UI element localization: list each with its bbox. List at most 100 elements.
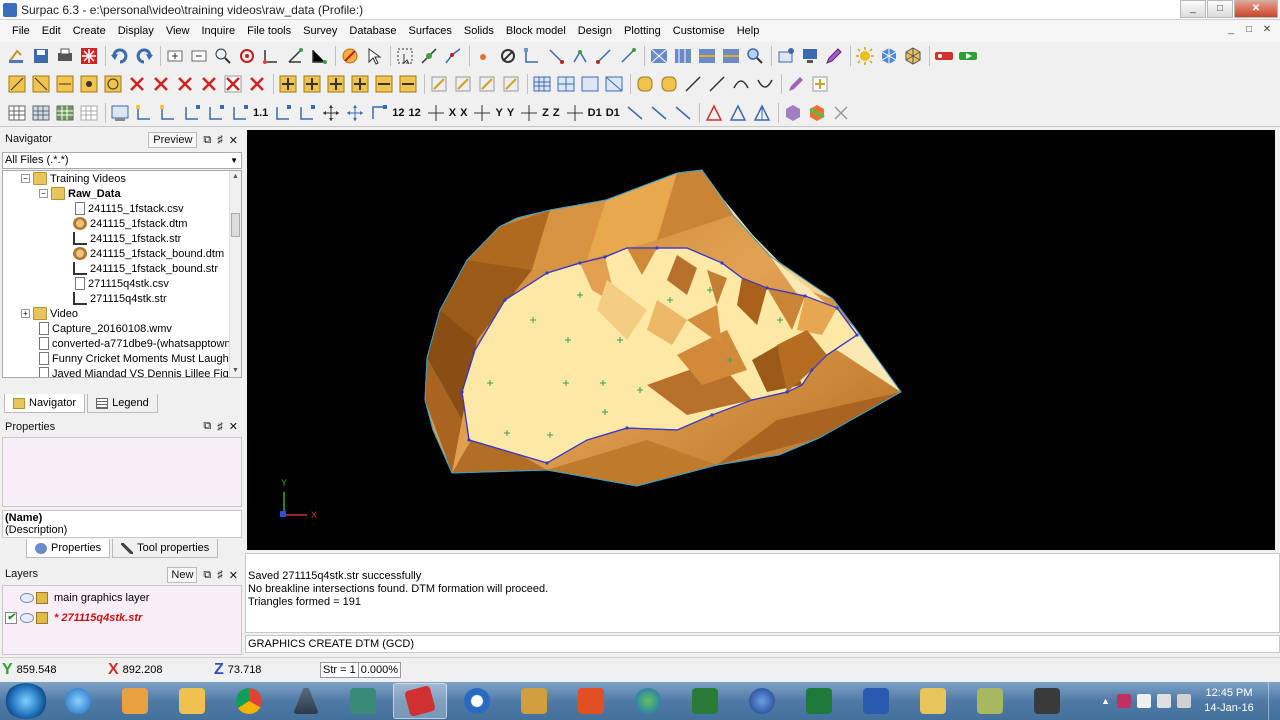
collapse-icon[interactable]: − xyxy=(21,174,30,183)
mdi-close-button[interactable]: ✕ xyxy=(1258,22,1276,38)
new-string-icon[interactable] xyxy=(617,45,639,67)
tree-scrollbar[interactable]: ▲ ▼ xyxy=(229,171,241,377)
graphics-viewport[interactable]: Y X xyxy=(247,130,1275,550)
tree-item[interactable]: converted-a771dbe9-(whatsapptown. xyxy=(37,336,234,351)
taskbar-excel[interactable] xyxy=(792,683,846,719)
label-y-b[interactable]: Y xyxy=(507,107,514,119)
label-icon[interactable] xyxy=(133,102,155,124)
line-5-icon[interactable] xyxy=(672,102,694,124)
delete-2-icon[interactable] xyxy=(150,73,172,95)
tree-item[interactable]: + Video xyxy=(21,306,78,321)
zoom-find-icon[interactable] xyxy=(744,45,766,67)
triangle-3-icon[interactable] xyxy=(751,102,773,124)
open-icon[interactable] xyxy=(6,45,28,67)
new-layer-button[interactable]: New xyxy=(167,567,198,583)
scroll-down-icon[interactable]: ▼ xyxy=(230,365,241,377)
label-4-icon[interactable] xyxy=(205,102,227,124)
show-desktop-button[interactable] xyxy=(1268,682,1280,720)
pencil-icon[interactable] xyxy=(823,45,845,67)
block-grid-3-icon[interactable] xyxy=(54,102,76,124)
mdi-restore-button[interactable]: □ xyxy=(1240,22,1258,38)
axis-view-2-icon[interactable] xyxy=(284,45,306,67)
close-panel-icon[interactable]: ✕ xyxy=(229,134,238,147)
layer-item-active[interactable]: ✔ * 271115q4stk.str xyxy=(5,610,142,626)
menu-surfaces[interactable]: Surfaces xyxy=(402,20,457,42)
scroll-thumb[interactable] xyxy=(231,213,240,237)
scroll-up-icon[interactable]: ▲ xyxy=(230,171,241,183)
label-z-b[interactable]: Z xyxy=(553,107,560,119)
label-d1-b[interactable]: D1 xyxy=(606,107,620,119)
tree-item[interactable]: Javed Miandad VS Dennis Lillee Fight- xyxy=(37,366,241,377)
section-3-icon[interactable] xyxy=(696,45,718,67)
insert-4-icon[interactable] xyxy=(349,73,371,95)
triangle-icon[interactable] xyxy=(703,102,725,124)
tab-legend[interactable]: Legend xyxy=(87,394,158,413)
taskbar-explorer[interactable] xyxy=(906,683,960,719)
lock-icon[interactable] xyxy=(36,592,48,604)
axis-view-3-icon[interactable] xyxy=(308,45,330,67)
edit-point-3-icon[interactable] xyxy=(54,73,76,95)
layer-checkbox[interactable]: ✔ xyxy=(5,612,17,624)
light-icon[interactable] xyxy=(854,45,876,67)
preview-button[interactable]: Preview xyxy=(148,132,198,148)
close-panel-icon[interactable]: ✕ xyxy=(229,569,238,582)
block-grid-icon[interactable] xyxy=(6,102,28,124)
menu-view[interactable]: View xyxy=(160,20,196,42)
play-icon[interactable] xyxy=(957,45,979,67)
menu-help[interactable]: Help xyxy=(731,20,766,42)
file-tree[interactable]: − Training Videos − Raw_Data 241115_1fst… xyxy=(2,170,242,378)
grid-3-icon[interactable] xyxy=(579,73,601,95)
taskbar-outlook[interactable] xyxy=(165,683,219,719)
zoom-out-icon[interactable] xyxy=(188,45,210,67)
menu-inquire[interactable]: Inquire xyxy=(195,20,241,42)
tree-item[interactable]: Funny Cricket Moments Must Laugh-(w xyxy=(37,351,241,366)
segment-4-icon[interactable] xyxy=(593,45,615,67)
label-7-icon[interactable] xyxy=(296,102,318,124)
insert-2-icon[interactable] xyxy=(301,73,323,95)
line-2-icon[interactable] xyxy=(706,73,728,95)
taskbar-search[interactable] xyxy=(450,683,504,719)
maximize-button[interactable]: □ xyxy=(1207,0,1233,18)
string-tool-icon[interactable] xyxy=(442,45,464,67)
label-2-icon[interactable] xyxy=(157,102,179,124)
collapse-icon[interactable]: − xyxy=(39,189,48,198)
volume-icon[interactable] xyxy=(1177,694,1191,708)
command-line[interactable]: GRAPHICS CREATE DTM (GCD) xyxy=(245,635,1280,653)
select-box-icon[interactable] xyxy=(394,45,416,67)
attribute-4-icon[interactable] xyxy=(500,73,522,95)
menu-solids[interactable]: Solids xyxy=(458,20,500,42)
menu-database[interactable]: Database xyxy=(343,20,402,42)
segment-3-icon[interactable] xyxy=(569,45,591,67)
delete-6-icon[interactable] xyxy=(246,73,268,95)
label-z-a[interactable]: Z xyxy=(542,107,549,119)
delete-5-icon[interactable] xyxy=(222,73,244,95)
menu-design[interactable]: Design xyxy=(572,20,618,42)
taskbar-package[interactable] xyxy=(507,683,561,719)
tree-item[interactable]: 241115_1fstack_bound.dtm xyxy=(73,246,224,261)
pin-icon[interactable]: ♯ xyxy=(217,421,223,433)
tab-tool-properties[interactable]: Tool properties xyxy=(112,539,219,558)
menu-edit[interactable]: Edit xyxy=(36,20,67,42)
label-y-a[interactable]: Y xyxy=(495,107,502,119)
visibility-icon[interactable] xyxy=(20,593,34,603)
delete-3-icon[interactable] xyxy=(174,73,196,95)
digitise-point-icon[interactable] xyxy=(473,45,495,67)
menu-display[interactable]: Display xyxy=(112,20,160,42)
network-icon[interactable] xyxy=(1157,694,1171,708)
clock[interactable]: 12:45 PM 14-Jan-16 xyxy=(1194,686,1264,716)
expand-icon[interactable]: + xyxy=(21,309,30,318)
rotate-icon[interactable] xyxy=(236,45,258,67)
label-5-icon[interactable] xyxy=(229,102,251,124)
block-grid-2-icon[interactable] xyxy=(30,102,52,124)
pin-icon[interactable]: ♯ xyxy=(217,134,223,146)
print-icon[interactable] xyxy=(54,45,76,67)
insert-5-icon[interactable] xyxy=(373,73,395,95)
axis-view-icon[interactable] xyxy=(260,45,282,67)
dtm-close-icon[interactable] xyxy=(830,102,852,124)
line-4-icon[interactable] xyxy=(648,102,670,124)
attribute-2-icon[interactable] xyxy=(452,73,474,95)
tree-item[interactable]: 241115_1fstack_bound.str xyxy=(73,261,218,276)
restore-panel-icon[interactable]: ⧉ xyxy=(203,420,211,433)
tab-properties[interactable]: Properties xyxy=(26,539,111,558)
section-icon[interactable] xyxy=(648,45,670,67)
